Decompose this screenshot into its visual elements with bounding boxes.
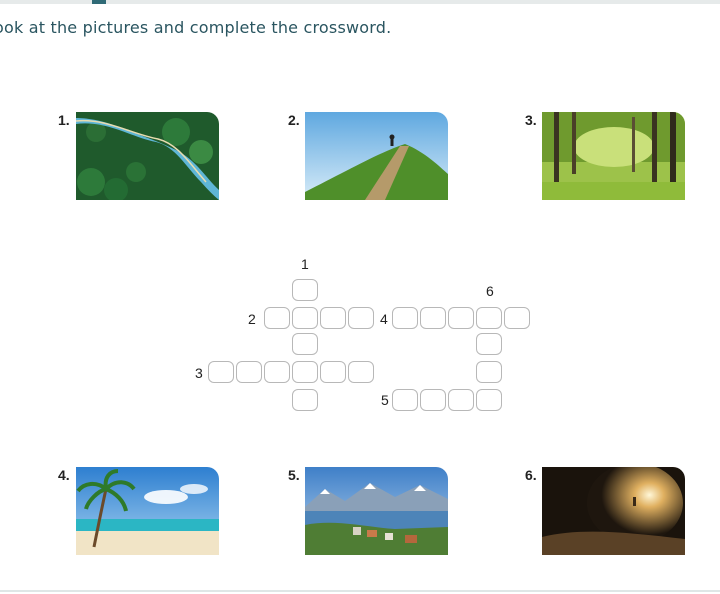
picture-number-6: 6.	[525, 467, 537, 483]
crossword-cell[interactable]	[292, 333, 318, 355]
crossword-cell[interactable]	[348, 361, 374, 383]
crossword-cell[interactable]	[504, 307, 530, 329]
crossword-cell[interactable]	[292, 361, 318, 383]
picture-number-3: 3.	[525, 112, 537, 128]
river-forest-image	[76, 112, 219, 200]
crossword-cell[interactable]	[264, 361, 290, 383]
forest-image	[542, 112, 685, 200]
crossword-cell[interactable]	[420, 307, 446, 329]
crossword-cell[interactable]	[292, 279, 318, 301]
cave-image	[542, 467, 685, 555]
crossword-cell[interactable]	[236, 361, 262, 383]
crossword-cell[interactable]	[448, 307, 474, 329]
picture-number-2: 2.	[288, 112, 300, 128]
crossword-cell[interactable]	[392, 307, 418, 329]
crossword-cell[interactable]	[476, 307, 502, 329]
picture-number-4: 4.	[58, 467, 70, 483]
beach-image	[76, 467, 219, 555]
clue-number-3: 3	[195, 365, 203, 381]
clue-number-5: 5	[381, 392, 389, 408]
crossword-cell[interactable]	[320, 361, 346, 383]
crossword-cell[interactable]	[448, 389, 474, 411]
crossword-cell[interactable]	[208, 361, 234, 383]
crossword-cell[interactable]	[292, 389, 318, 411]
clue-number-1: 1	[301, 256, 309, 272]
crossword-cell[interactable]	[292, 307, 318, 329]
crossword-cell[interactable]	[320, 307, 346, 329]
top-accent	[92, 0, 106, 4]
lake-town-image	[305, 467, 448, 555]
top-rule	[0, 0, 720, 4]
picture-number-1: 1.	[58, 112, 70, 128]
crossword-cell[interactable]	[476, 361, 502, 383]
hill-runner-image	[305, 112, 448, 200]
crossword-cell[interactable]	[420, 389, 446, 411]
clue-number-6: 6	[486, 283, 494, 299]
crossword-cell[interactable]	[476, 333, 502, 355]
clue-number-4: 4	[380, 311, 388, 327]
picture-number-5: 5.	[288, 467, 300, 483]
crossword-cell[interactable]	[392, 389, 418, 411]
instruction-text: ook at the pictures and complete the cro…	[0, 18, 392, 37]
bottom-rule	[0, 590, 720, 592]
crossword-cell[interactable]	[348, 307, 374, 329]
crossword-cell[interactable]	[264, 307, 290, 329]
crossword-cell[interactable]	[476, 389, 502, 411]
clue-number-2: 2	[248, 311, 256, 327]
